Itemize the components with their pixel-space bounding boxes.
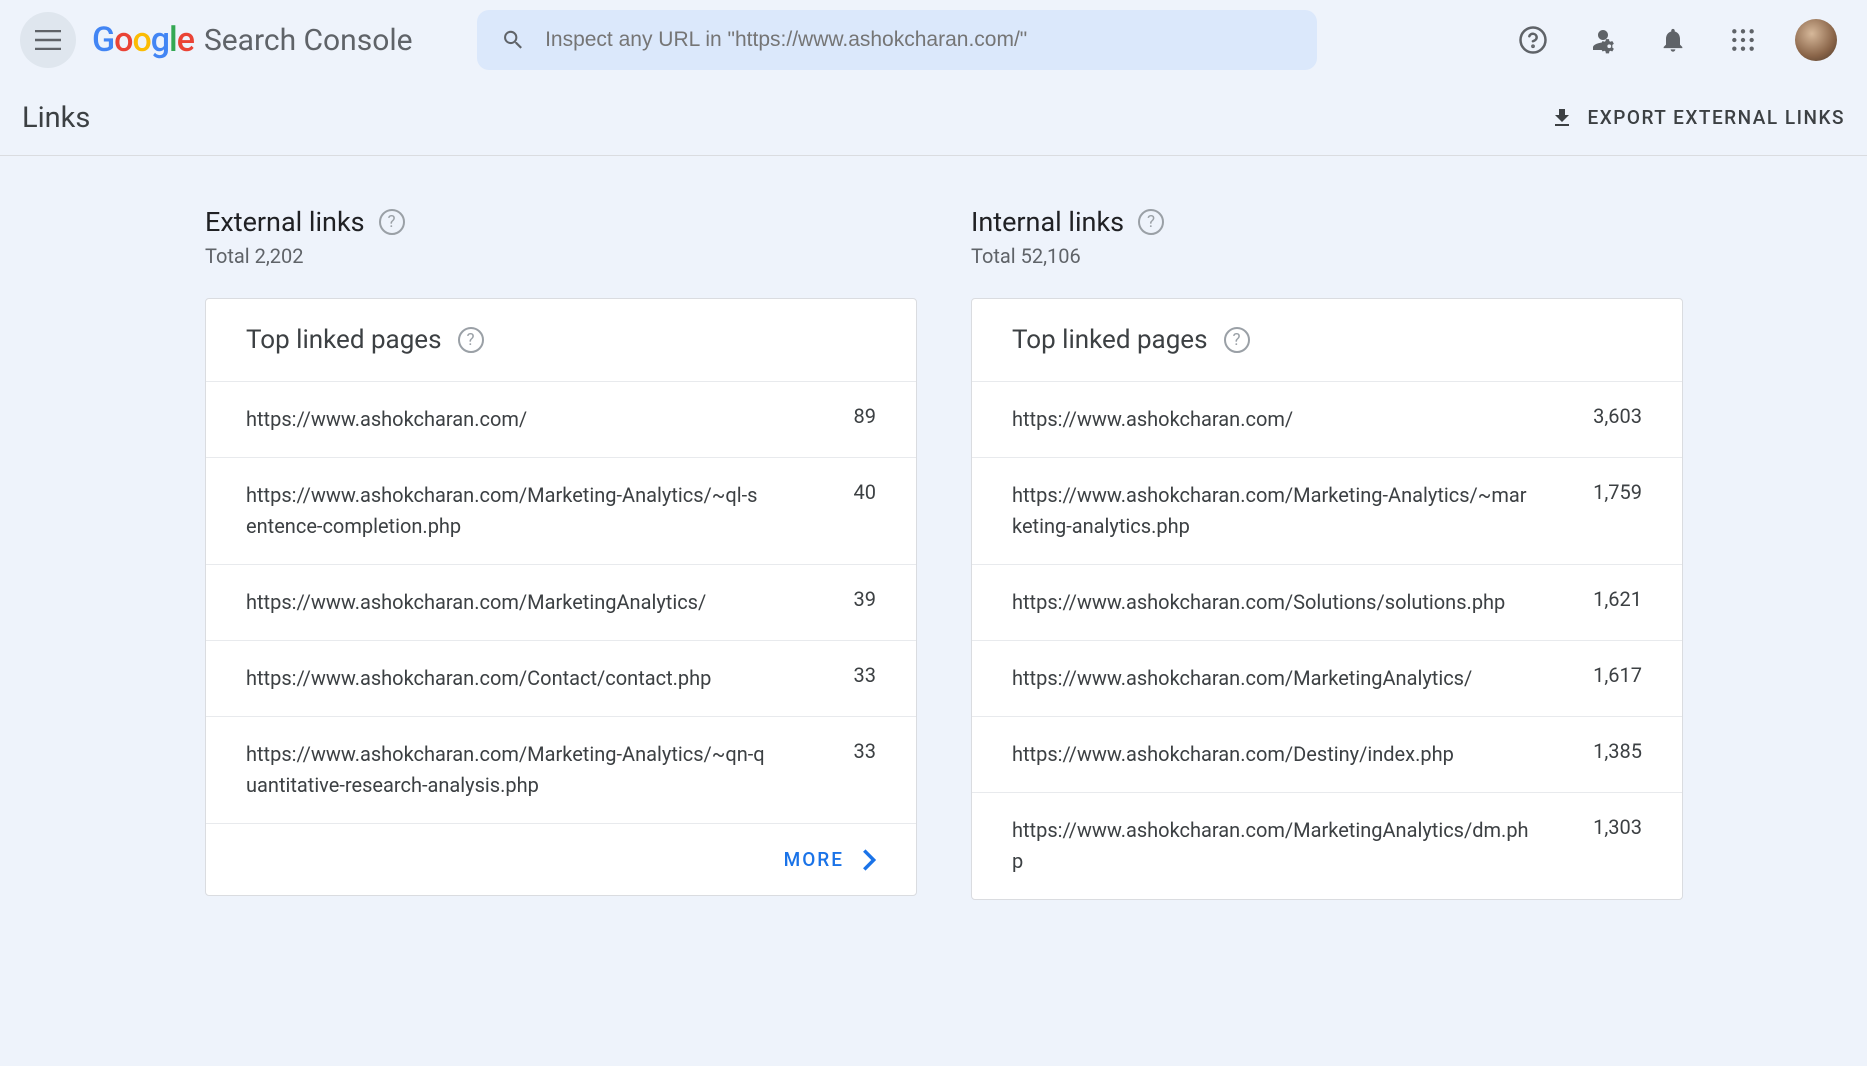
external-section-header: External links ? [205,206,917,238]
table-row[interactable]: https://www.ashokcharan.com/Contact/cont… [206,640,916,716]
table-row[interactable]: https://www.ashokcharan.com/MarketingAna… [206,564,916,640]
link-url: https://www.ashokcharan.com/MarketingAna… [1012,815,1532,877]
link-count: 1,617 [1572,663,1642,687]
internal-section-header: Internal links ? [971,206,1683,238]
link-count: 1,303 [1572,815,1642,839]
url-inspect-searchbar[interactable] [477,10,1317,70]
external-title: External links [205,206,365,238]
google-logo: Google [92,20,194,60]
help-icon[interactable]: ? [1224,327,1250,353]
user-gear-icon [1588,25,1618,55]
external-total: Total 2,202 [205,244,917,268]
download-icon [1550,106,1574,130]
link-count: 1,759 [1572,480,1642,504]
users-settings-button[interactable] [1585,22,1621,58]
link-count: 33 [806,739,876,763]
link-url: https://www.ashokcharan.com/Marketing-An… [246,739,766,801]
card-header: Top linked pages ? [206,299,916,381]
app-name: Search Console [204,23,413,58]
card-title: Top linked pages [1012,325,1208,355]
link-url: https://www.ashokcharan.com/MarketingAna… [1012,663,1532,694]
more-label: MORE [784,848,844,871]
main-menu-button[interactable] [20,12,76,68]
internal-links-column: Internal links ? Total 52,106 Top linked… [971,206,1683,900]
help-icon[interactable]: ? [379,209,405,235]
table-row[interactable]: https://www.ashokcharan.com/Marketing-An… [972,457,1682,564]
table-row[interactable]: https://www.ashokcharan.com/Solutions/so… [972,564,1682,640]
link-count: 33 [806,663,876,687]
header-actions [1515,19,1847,61]
link-url: https://www.ashokcharan.com/Destiny/inde… [1012,739,1532,770]
app-header: Google Search Console [0,0,1867,80]
card-title: Top linked pages [246,325,442,355]
link-count: 89 [806,404,876,428]
link-count: 1,385 [1572,739,1642,763]
link-url: https://www.ashokcharan.com/Marketing-An… [246,480,766,542]
export-external-links-button[interactable]: EXPORT EXTERNAL LINKS [1550,106,1845,130]
table-row[interactable]: https://www.ashokcharan.com/MarketingAna… [972,640,1682,716]
table-row[interactable]: https://www.ashokcharan.com/MarketingAna… [972,792,1682,899]
link-url: https://www.ashokcharan.com/ [1012,404,1532,435]
help-button[interactable] [1515,22,1551,58]
link-url: https://www.ashokcharan.com/Marketing-An… [1012,480,1532,542]
notifications-button[interactable] [1655,22,1691,58]
table-row[interactable]: https://www.ashokcharan.com/Marketing-An… [206,716,916,823]
link-count: 1,621 [1572,587,1642,611]
more-button[interactable]: MORE [206,823,916,895]
card-header: Top linked pages ? [972,299,1682,381]
help-icon[interactable]: ? [1138,209,1164,235]
chevron-right-icon [862,849,876,871]
help-icon[interactable]: ? [458,327,484,353]
table-row[interactable]: https://www.ashokcharan.com/Destiny/inde… [972,716,1682,792]
bell-icon [1659,26,1687,54]
content-area: External links ? Total 2,202 Top linked … [0,156,1867,900]
table-row[interactable]: https://www.ashokcharan.com/ 3,603 [972,381,1682,457]
internal-title: Internal links [971,206,1124,238]
account-avatar[interactable] [1795,19,1837,61]
link-url: https://www.ashokcharan.com/Solutions/so… [1012,587,1532,618]
url-inspect-input[interactable] [545,28,1292,52]
external-top-pages-card: Top linked pages ? https://www.ashokchar… [205,298,917,896]
link-url: https://www.ashokcharan.com/MarketingAna… [246,587,766,618]
link-count: 40 [806,480,876,504]
page-subheader: Links EXPORT EXTERNAL LINKS [0,80,1867,156]
link-count: 39 [806,587,876,611]
hamburger-icon [35,30,61,50]
table-row[interactable]: https://www.ashokcharan.com/Marketing-An… [206,457,916,564]
link-url: https://www.ashokcharan.com/Contact/cont… [246,663,766,694]
app-logo[interactable]: Google Search Console [92,20,413,60]
link-url: https://www.ashokcharan.com/ [246,404,766,435]
internal-total: Total 52,106 [971,244,1683,268]
help-icon [1518,25,1548,55]
table-row[interactable]: https://www.ashokcharan.com/ 89 [206,381,916,457]
link-count: 3,603 [1572,404,1642,428]
page-title: Links [22,101,90,135]
search-icon [501,27,526,53]
apps-grid-icon [1730,27,1756,53]
apps-button[interactable] [1725,22,1761,58]
export-label: EXPORT EXTERNAL LINKS [1588,106,1845,129]
internal-top-pages-card: Top linked pages ? https://www.ashokchar… [971,298,1683,900]
external-links-column: External links ? Total 2,202 Top linked … [205,206,917,900]
